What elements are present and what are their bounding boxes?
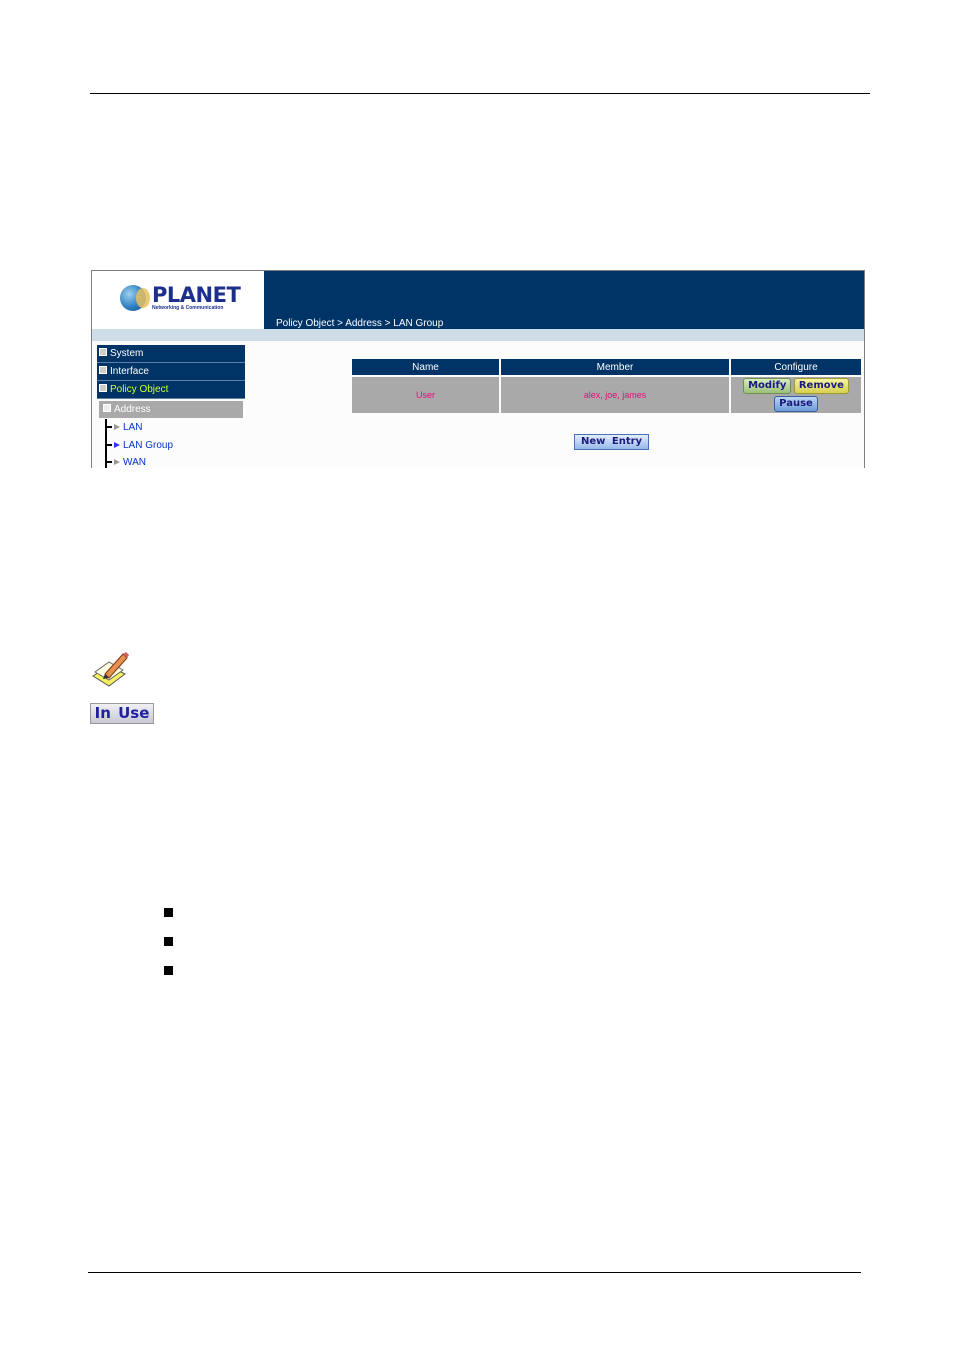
globe-icon <box>120 285 150 311</box>
sidebar-subitem-lan[interactable]: LAN <box>105 421 142 435</box>
cell-configure: Modify Remove Pause <box>731 377 861 413</box>
sub-bar <box>92 329 864 341</box>
sidebar-item-label: Interface <box>110 366 149 377</box>
in-use-badge: In Use <box>90 703 154 724</box>
sidebar-subitem-wan[interactable]: WAN <box>105 456 146 468</box>
column-header-configure: Configure <box>731 359 861 375</box>
planet-logo: PLANET Networking & Communication <box>120 283 241 311</box>
column-header-member: Member <box>501 359 729 375</box>
bullet-icon <box>164 908 173 917</box>
sidebar-item-label: Policy Object <box>110 384 169 395</box>
expand-plus-icon <box>99 366 107 375</box>
note-pencil-icon <box>92 652 129 687</box>
sidebar-item-system[interactable]: System <box>97 345 245 363</box>
top-banner: Policy Object > Address > LAN Group <box>264 271 864 329</box>
cell-member: alex, joe, james <box>501 377 729 413</box>
screenshot-frame: PLANET Networking & Communication Policy… <box>91 270 865 468</box>
bullet-icon <box>164 966 173 975</box>
subitem-label: LAN <box>123 422 143 433</box>
collapse-minus-icon <box>103 404 111 413</box>
sidebar-item-policy-object[interactable]: Policy Object <box>97 381 245 399</box>
arrow-right-icon <box>114 442 120 449</box>
table-row: User alex, joe, james Modify Remove Paus… <box>352 377 861 413</box>
bullet-icon <box>164 937 173 946</box>
collapse-minus-icon <box>99 384 107 393</box>
expand-plus-icon <box>99 348 107 357</box>
new-entry-button[interactable]: New Entry <box>574 434 650 450</box>
logo-area: PLANET Networking & Communication <box>92 271 264 329</box>
sidebar-item-address[interactable]: Address <box>99 401 243 418</box>
sidebar-item-interface[interactable]: Interface <box>97 363 245 381</box>
header-rule <box>90 93 870 94</box>
logo-brand: PLANET <box>152 283 241 307</box>
sidebar-item-label: System <box>110 348 144 359</box>
arrow-right-icon <box>114 459 120 466</box>
footer-rule <box>88 1272 861 1273</box>
modify-button[interactable]: Modify <box>743 378 792 394</box>
subitem-label: LAN Group <box>123 440 174 451</box>
cell-name: User <box>352 377 499 413</box>
remove-button[interactable]: Remove <box>793 378 849 394</box>
pause-button[interactable]: Pause <box>774 396 818 412</box>
arrow-right-icon <box>114 424 120 431</box>
sidebar-subitem-lan-group[interactable]: LAN Group <box>105 439 173 453</box>
breadcrumb: Policy Object > Address > LAN Group <box>276 318 444 329</box>
sidebar-item-label: Address <box>114 404 151 415</box>
lan-group-table: Name Member Configure User alex, joe, ja… <box>350 357 863 415</box>
subitem-label: WAN <box>123 457 146 468</box>
column-header-name: Name <box>352 359 499 375</box>
